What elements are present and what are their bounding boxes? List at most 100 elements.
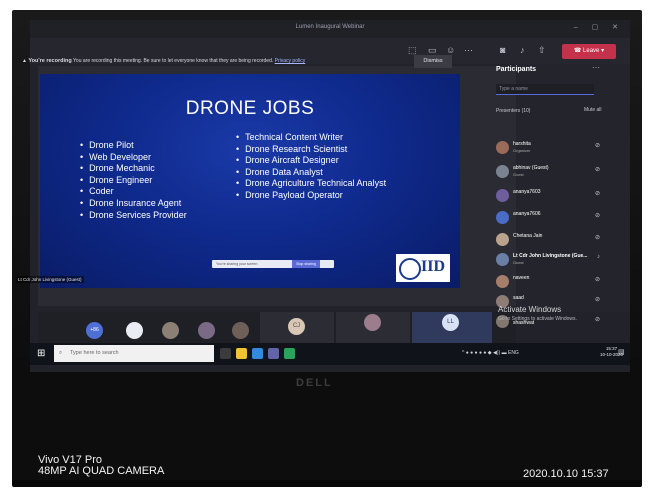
- participant-name: Lt Cdr John Livingstone (Gue...: [513, 253, 588, 259]
- avatar: [496, 189, 509, 202]
- participant-row[interactable]: Chetana Jain ⊘: [496, 232, 602, 250]
- avatar: [496, 211, 509, 224]
- list-item: Drone Research Scientist: [236, 144, 386, 156]
- mic-muted-icon: ⊘: [594, 235, 600, 241]
- list-item: Coder: [80, 186, 187, 198]
- leave-label: Leave: [583, 48, 600, 54]
- list-item: Drone Services Provider: [80, 210, 187, 222]
- participant-name: harshita: [513, 141, 531, 147]
- task-view-icon[interactable]: [220, 348, 231, 359]
- iid-logo-text: IID: [421, 258, 446, 275]
- overflow-badge[interactable]: +86: [86, 322, 103, 339]
- warning-icon: ▲: [22, 58, 27, 64]
- participant-name: Chetana Jain: [513, 233, 543, 239]
- avatar[interactable]: [162, 322, 179, 339]
- iid-logo: IID: [396, 254, 450, 282]
- list-item: Drone Insurance Agent: [80, 198, 187, 210]
- search-icon: ⌕: [59, 350, 63, 356]
- window-controls[interactable]: – ▢ ✕: [574, 23, 624, 31]
- windows-start-icon[interactable]: ⊞: [37, 348, 48, 359]
- activate-windows-subtitle: Go to Settings to activate Windows.: [498, 316, 577, 322]
- presenter-label: Lt Cdr John Livingstone (Guest): [16, 276, 84, 283]
- file-explorer-icon[interactable]: [236, 348, 247, 359]
- avatar: [496, 253, 509, 266]
- notification-icon[interactable]: ▤: [618, 348, 625, 356]
- participant-name: abhinav (Guest): [513, 165, 549, 171]
- camera-off-icon[interactable]: ◙: [500, 45, 505, 55]
- participant-row[interactable]: naveen ⊘: [496, 274, 602, 292]
- participant-row[interactable]: ananya7603 ⊘: [496, 188, 602, 206]
- list-item: Drone Aircraft Designer: [236, 155, 386, 167]
- tile-initials: LL: [442, 314, 459, 331]
- avatar: [364, 314, 381, 331]
- list-item: Drone Payload Operator: [236, 190, 386, 202]
- phone-icon: ☎: [573, 48, 582, 54]
- participant-name: ananya7603: [513, 189, 541, 195]
- recording-bold: You're recording: [28, 58, 72, 64]
- participant-role: Guest: [513, 260, 524, 265]
- participants-title: Participants: [496, 66, 537, 73]
- participant-row[interactable]: ananya7606 ⊘: [496, 210, 602, 228]
- mic-muted-icon: ⊘: [594, 297, 600, 303]
- participant-row[interactable]: Lt Cdr John Livingstone (Gue... Guest ♪: [496, 252, 602, 270]
- window-title: Lumen Inaugural Webinar: [295, 24, 365, 30]
- sharing-text: You're sharing your screen: [216, 262, 258, 266]
- avatar[interactable]: [126, 322, 143, 339]
- mic-icon[interactable]: ♪: [520, 45, 525, 55]
- participant-name: saad: [513, 295, 524, 301]
- avatar[interactable]: [232, 322, 249, 339]
- share-tray-icon[interactable]: ⇧: [538, 45, 546, 56]
- avatar: [496, 165, 509, 178]
- stop-sharing-button[interactable]: Stop sharing: [292, 260, 320, 268]
- privacy-link[interactable]: Privacy policy: [275, 58, 306, 64]
- list-item: Drone Mechanic: [80, 163, 187, 175]
- list-item: Drone Pilot: [80, 140, 187, 152]
- slide-title: DRONE JOBS: [185, 98, 315, 119]
- activate-windows-title: Activate Windows: [498, 305, 562, 314]
- store-icon[interactable]: [284, 348, 295, 359]
- mic-icon: ♪: [597, 254, 600, 260]
- dismiss-button[interactable]: Dismiss: [414, 55, 452, 68]
- reactions-icon[interactable]: ☺: [446, 45, 455, 55]
- list-item: Drone Data Analyst: [236, 167, 386, 179]
- list-item: Drone Agriculture Technical Analyst: [236, 178, 386, 190]
- mic-muted-icon: ⊘: [594, 213, 600, 219]
- list-item: Technical Content Writer: [236, 132, 386, 144]
- slide-right-list: Technical Content Writer Drone Research …: [236, 132, 386, 202]
- participant-row[interactable]: harshita Organizer ⊘: [496, 140, 602, 158]
- avatar: [496, 233, 509, 246]
- iid-emblem-icon: [399, 258, 421, 280]
- avatar[interactable]: [198, 322, 215, 339]
- system-tray[interactable]: ^ ● ● ● ● ● ◆ ◀)) ▬ ENG: [462, 350, 519, 356]
- taskbar-search-placeholder: Type here to search: [70, 350, 119, 356]
- participant-search-input[interactable]: Type a name: [496, 84, 594, 95]
- mute-all-button[interactable]: Mute all: [584, 107, 602, 113]
- camera-watermark: Vivo V17 Pro 48MP AI QUAD CAMERA: [38, 455, 164, 477]
- mic-muted-icon: ⊘: [594, 167, 600, 173]
- teams-icon[interactable]: [268, 348, 279, 359]
- list-item: Web Developer: [80, 152, 187, 164]
- mic-muted-icon: ⊘: [594, 191, 600, 197]
- camera-spec: 48MP AI QUAD CAMERA: [38, 465, 165, 477]
- sharing-indicator: You're sharing your screen Stop sharing: [212, 260, 334, 268]
- mic-muted-icon: ⊘: [594, 143, 600, 149]
- leave-button[interactable]: ☎ Leave ▾: [562, 44, 616, 59]
- list-item: Drone Engineer: [80, 175, 187, 187]
- tray-icons: ^ ● ● ● ● ● ◆ ◀)) ▬: [462, 350, 507, 356]
- edge-icon[interactable]: [252, 348, 263, 359]
- recording-banner: ▲ You're recording You are recording thi…: [22, 58, 472, 70]
- tile-initials: CJ: [288, 318, 305, 335]
- more-actions-icon[interactable]: ···: [464, 45, 473, 55]
- shared-slide: DRONE JOBS Drone Pilot Web Developer Dro…: [40, 74, 460, 288]
- avatar: [496, 141, 509, 154]
- dell-logo: DELL: [296, 377, 333, 389]
- participant-name: ananya7606: [513, 211, 541, 217]
- participant-role: Organizer: [513, 148, 531, 153]
- participant-row[interactable]: abhinav (Guest) Guest ⊘: [496, 164, 602, 182]
- participant-name: naveen: [513, 275, 530, 281]
- more-options-icon[interactable]: ···: [592, 63, 600, 72]
- participant-role: Guest: [513, 172, 524, 177]
- mic-muted-icon: ⊘: [594, 277, 600, 283]
- avatar: [496, 275, 509, 288]
- taskbar-search-input[interactable]: ⌕ Type here to search: [54, 345, 214, 362]
